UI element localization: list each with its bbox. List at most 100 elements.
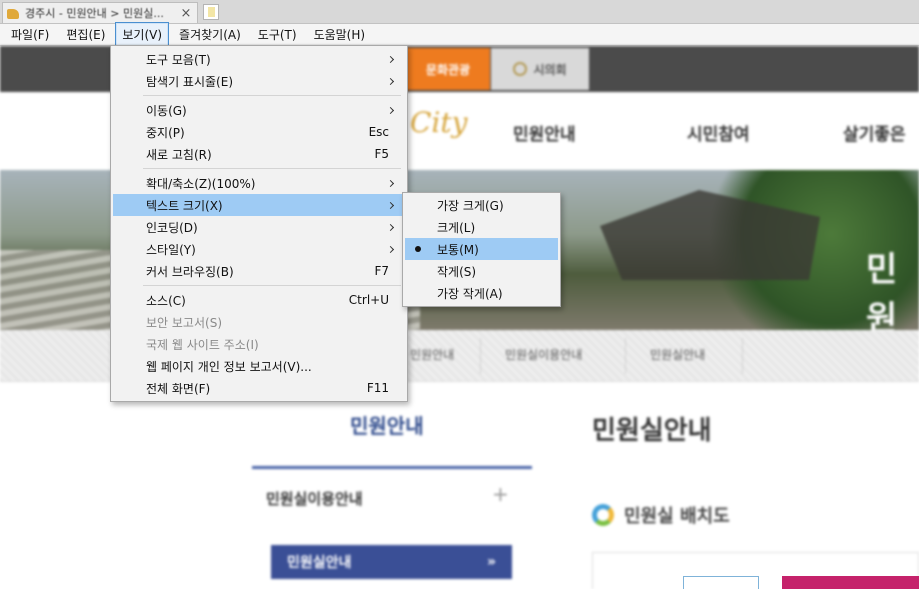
- view-menu-item-14[interactable]: 전체 화면(F) F11: [113, 377, 405, 399]
- submenu-arrow-icon: [386, 179, 395, 187]
- view-menu-item-10[interactable]: 소스(C) Ctrl+U: [113, 289, 405, 311]
- view-menu-item-9[interactable]: 커서 브라우징(B) F7: [113, 260, 405, 282]
- city-council-tab[interactable]: 시의회: [491, 48, 589, 90]
- submenu-arrow-icon: [386, 77, 395, 85]
- new-tab-icon[interactable]: [203, 4, 219, 20]
- text-size-option-label: 가장 크게(G): [437, 198, 504, 213]
- floor-map-box-b: [782, 576, 919, 589]
- submenu-arrow-icon: [386, 106, 395, 114]
- sidebar-item-office-info[interactable]: 민원실안내 »: [271, 545, 512, 579]
- subnav-divider: [742, 338, 743, 374]
- text-size-option-label: 가장 작게(A): [437, 286, 503, 301]
- page-content: 민원안내 민원실이용안내 + 민원실안내 » 민원실안내 민원실 배치도: [0, 382, 919, 589]
- expand-plus-icon[interactable]: +: [492, 482, 509, 506]
- menu-3[interactable]: 즐겨찾기(A): [172, 22, 248, 47]
- view-menu-item-label: 전체 화면(F): [146, 381, 211, 396]
- menu-5[interactable]: 도움말(H): [307, 22, 373, 47]
- menu-1[interactable]: 편집(E): [59, 22, 112, 47]
- view-menu-item-3[interactable]: 중지(P) Esc: [113, 121, 405, 143]
- view-menu-dropdown: 도구 모음(T) 탐색기 표시줄(E) 이동(G) 중지(P) Esc 새로 고침(R) F…: [110, 45, 408, 402]
- double-chevron-right-icon: »: [486, 554, 496, 570]
- culture-tourism-tab[interactable]: 문화관광: [406, 48, 490, 90]
- view-menu-item-label: 웹 페이지 개인 정보 보고서(V)...: [146, 359, 312, 374]
- view-menu-item-0[interactable]: 도구 모음(T): [113, 48, 405, 70]
- submenu-arrow-icon: [386, 245, 395, 253]
- browser-tab-strip: 경주시 - 민원안내 > 민원실... ×: [0, 0, 919, 24]
- text-size-option-label: 크게(L): [437, 220, 476, 235]
- view-menu-item-label: 소스(C): [146, 293, 186, 308]
- view-menu-item-label: 인코딩(D): [146, 220, 198, 235]
- subnav-divider: [480, 338, 481, 374]
- text-size-submenu: 가장 크게(G) 크게(L) 보통(M) 작게(S) 가장 작게(A): [402, 192, 561, 307]
- view-menu-item-label: 탐색기 표시줄(E): [146, 74, 234, 89]
- view-menu-item-label: 텍스트 크기(X): [146, 198, 223, 213]
- view-menu-item-7[interactable]: 인코딩(D): [113, 216, 405, 238]
- submenu-arrow-icon: [386, 55, 395, 63]
- subnav-office-info[interactable]: 민원실안내: [650, 346, 705, 363]
- menu-separator: [143, 95, 401, 96]
- view-menu-shortcut: Esc: [368, 125, 389, 139]
- view-menu-item-label: 국제 웹 사이트 주소(I): [146, 337, 259, 352]
- view-menu-item-12: 국제 웹 사이트 주소(I): [113, 333, 405, 355]
- view-menu-item-label: 확대/축소(Z)(100%): [146, 176, 256, 191]
- view-menu-item-6[interactable]: 텍스트 크기(X): [113, 194, 405, 216]
- view-menu-item-label: 이동(G): [146, 103, 187, 118]
- view-menu-item-label: 새로 고침(R): [146, 147, 212, 162]
- subnav-civil-service[interactable]: 민원안내: [410, 346, 454, 363]
- page-title: 민원실안내: [592, 416, 712, 446]
- text-size-option-3[interactable]: 작게(S): [405, 260, 558, 282]
- gnb-citizen-participation[interactable]: 시민참여: [687, 120, 750, 145]
- council-emblem-icon: [513, 62, 528, 76]
- hero-title: 민원: [866, 250, 898, 339]
- site-favicon-icon: [7, 7, 21, 19]
- section-heading-label: 민원실 배치도: [624, 506, 730, 527]
- view-menu-item-label: 커서 브라우징(B): [146, 264, 234, 279]
- sidebar-item-office-usage[interactable]: 민원실이용안내: [266, 488, 363, 509]
- text-size-option-label: 작게(S): [437, 264, 477, 279]
- site-logo[interactable]: City: [410, 106, 467, 139]
- text-size-option-label: 보통(M): [437, 242, 479, 257]
- view-menu-item-8[interactable]: 스타일(Y): [113, 238, 405, 260]
- view-menu-shortcut: F11: [366, 381, 389, 395]
- submenu-arrow-icon: [386, 223, 395, 231]
- tab-title: 경주시 - 민원안내 > 민원실...: [25, 7, 164, 20]
- sidebar-divider: [252, 466, 532, 469]
- subnav-office-usage[interactable]: 민원실이용안내: [505, 346, 582, 363]
- view-menu-item-5[interactable]: 확대/축소(Z)(100%): [113, 172, 405, 194]
- text-size-option-0[interactable]: 가장 크게(G): [405, 194, 558, 216]
- menu-bar: 파일(F) 편집(E) 보기(V) 즐겨찾기(A) 도구(T) 도움말(H): [0, 22, 919, 47]
- view-menu-item-4[interactable]: 새로 고침(R) F5: [113, 143, 405, 165]
- view-menu-shortcut: F5: [374, 147, 389, 161]
- section-heading: 민원실 배치도: [592, 502, 730, 528]
- menu-2[interactable]: 보기(V): [115, 22, 170, 47]
- view-menu-item-label: 도구 모음(T): [146, 52, 211, 67]
- city-council-label: 시의회: [533, 62, 567, 77]
- menu-4[interactable]: 도구(T): [251, 22, 304, 47]
- text-size-option-4[interactable]: 가장 작게(A): [405, 282, 558, 304]
- menu-separator: [143, 285, 401, 286]
- text-size-option-1[interactable]: 크게(L): [405, 216, 558, 238]
- view-menu-item-11: 보안 보고서(S): [113, 311, 405, 333]
- view-menu-shortcut: Ctrl+U: [348, 293, 389, 307]
- view-menu-item-1[interactable]: 탐색기 표시줄(E): [113, 70, 405, 92]
- tab-close-icon[interactable]: ×: [179, 6, 193, 21]
- view-menu-item-label: 중지(P): [146, 125, 185, 140]
- submenu-arrow-icon: [386, 201, 395, 209]
- view-menu-item-label: 보안 보고서(S): [146, 315, 222, 330]
- browser-tab[interactable]: 경주시 - 민원안내 > 민원실... ×: [2, 2, 198, 23]
- floor-map-box-a: [683, 576, 759, 589]
- view-menu-item-label: 스타일(Y): [146, 242, 196, 257]
- text-size-option-2[interactable]: 보통(M): [405, 238, 558, 260]
- view-menu-item-2[interactable]: 이동(G): [113, 99, 405, 121]
- view-menu-shortcut: F7: [374, 264, 389, 278]
- gnb-good-living[interactable]: 살기좋은: [843, 120, 906, 145]
- view-menu-item-13[interactable]: 웹 페이지 개인 정보 보고서(V)...: [113, 355, 405, 377]
- section-ring-icon: [592, 504, 614, 526]
- menu-separator: [143, 168, 401, 169]
- sidebar-title: 민원안내: [350, 414, 424, 438]
- menu-0[interactable]: 파일(F): [4, 22, 56, 47]
- subnav-divider: [625, 338, 626, 374]
- radio-dot-icon: [415, 246, 421, 252]
- sidebar-active-label: 민원실안내: [287, 555, 352, 571]
- gnb-civil-service[interactable]: 민원안내: [513, 120, 576, 145]
